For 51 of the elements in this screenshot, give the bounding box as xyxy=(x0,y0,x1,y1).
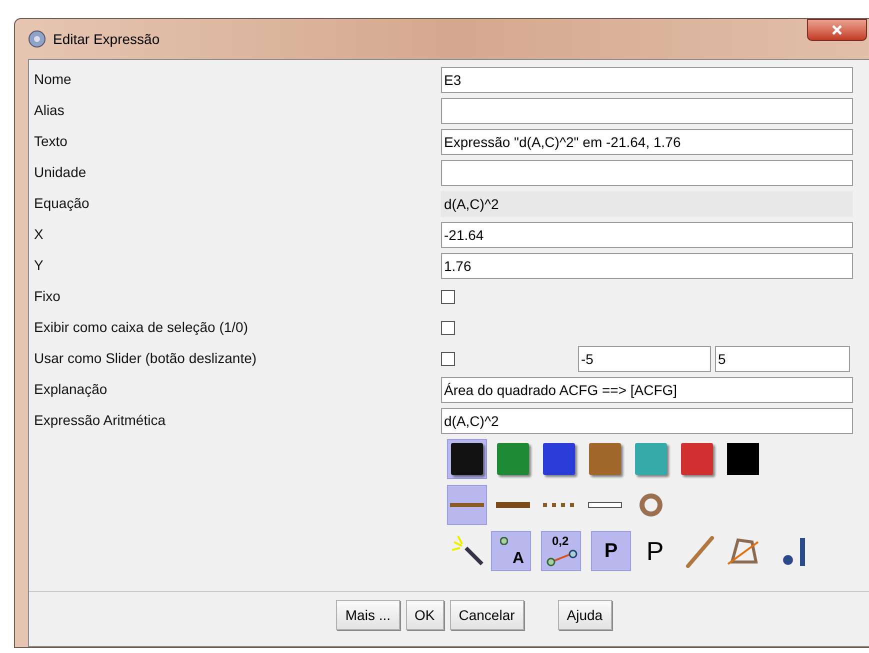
line-style-icon xyxy=(639,493,663,517)
field-label: Expressão Aritmética xyxy=(33,411,166,430)
app-icon xyxy=(28,30,46,48)
field-label: Unidade xyxy=(33,163,88,182)
field-label: Equação xyxy=(33,194,90,213)
close-button[interactable] xyxy=(807,19,867,41)
line-style-icon xyxy=(450,503,484,507)
input-field[interactable]: 5 xyxy=(715,346,850,372)
icon-label: P xyxy=(646,538,664,564)
icon-label: P xyxy=(604,541,618,561)
line-style-icon xyxy=(588,502,622,508)
checkbox[interactable] xyxy=(441,320,455,334)
input-field[interactable] xyxy=(441,160,853,186)
field-label: X xyxy=(33,225,44,244)
field-label: Usar como Slider (botão deslizante) xyxy=(33,349,258,368)
dialog-button[interactable]: Cancelar xyxy=(450,600,524,630)
line-style-icon xyxy=(496,502,530,508)
input-field[interactable] xyxy=(441,98,853,124)
style-tool-button[interactable]: 0,2 xyxy=(541,531,581,571)
input-field[interactable]: d(A,C)^2 xyxy=(441,408,853,434)
icon-label: A xyxy=(512,551,524,567)
readonly-field: d(A,C)^2 xyxy=(441,190,853,216)
input-field[interactable]: E3 xyxy=(441,66,853,92)
icon-label: 0,2 xyxy=(552,535,569,547)
field-label: Alias xyxy=(33,101,66,120)
field-label: Fixo xyxy=(33,287,62,306)
field-label: Explanação xyxy=(33,380,108,399)
input-field[interactable]: 1.76 xyxy=(441,252,853,278)
checkbox[interactable] xyxy=(441,290,455,304)
checkbox[interactable] xyxy=(441,352,455,366)
style-tool-button[interactable]: A xyxy=(491,531,531,571)
line-style-icon xyxy=(543,503,575,507)
field-label: Texto xyxy=(33,132,68,151)
color-swatch[interactable] xyxy=(447,439,487,479)
line-style-option[interactable] xyxy=(447,485,487,525)
field-label: Y xyxy=(33,256,44,275)
field-label: Nome xyxy=(33,70,72,89)
input-field[interactable]: Área do quadrado ACFG ==> [ACFG] xyxy=(441,376,853,402)
input-field[interactable]: -21.64 xyxy=(441,222,853,248)
window-title: Editar Expressão xyxy=(53,30,160,49)
value-label-icon xyxy=(546,549,578,567)
style-tool-button[interactable]: P xyxy=(635,531,675,571)
close-icon xyxy=(831,25,843,35)
style-tool-button[interactable]: P xyxy=(591,531,631,571)
field-label: Exibir como caixa de seleção (1/0) xyxy=(33,318,249,337)
input-field[interactable]: Expressão "d(A,C)^2" em -21.64, 1.76 xyxy=(441,128,853,154)
dialog-button[interactable]: Mais ... xyxy=(336,600,400,630)
dialog-button[interactable]: OK xyxy=(406,600,444,630)
input-field[interactable]: -5 xyxy=(578,346,711,372)
dialog-button[interactable]: Ajuda xyxy=(558,600,612,630)
point-label-icon xyxy=(500,537,508,545)
